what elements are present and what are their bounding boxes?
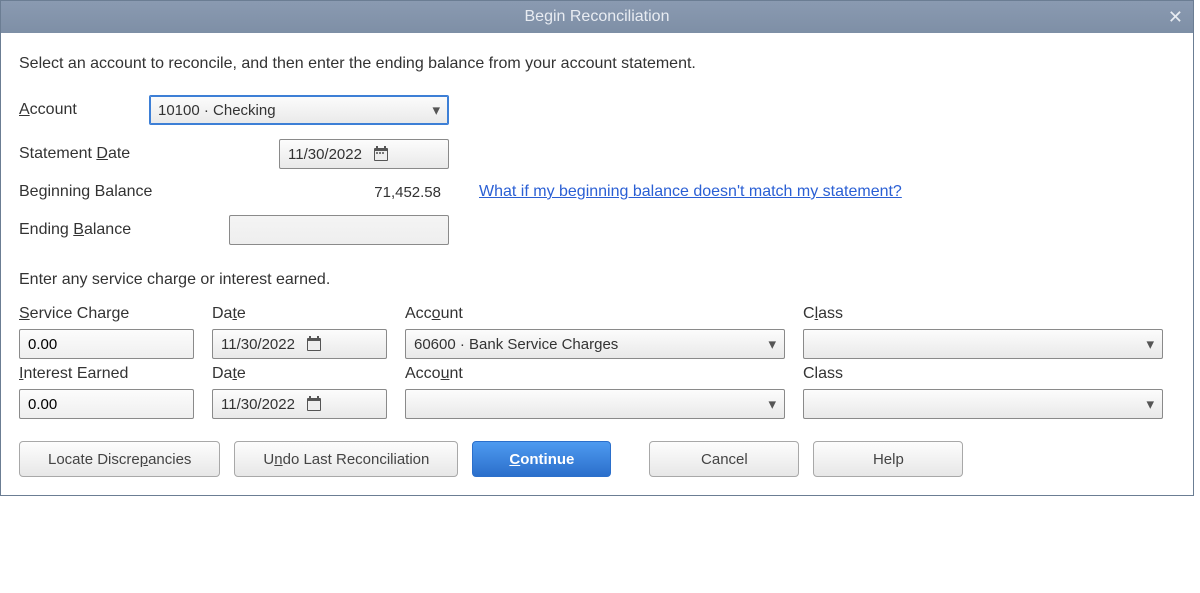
service-charge-date-input[interactable]: 11/30/2022 xyxy=(212,329,387,359)
beginning-balance-help-link[interactable]: What if my beginning balance doesn't mat… xyxy=(479,183,902,201)
service-charge-amount-input[interactable] xyxy=(19,329,194,359)
locate-discrepancies-button[interactable]: Locate Discrepancies xyxy=(19,441,220,477)
undo-last-reconciliation-button[interactable]: Undo Last Reconciliation xyxy=(234,441,458,477)
interest-class-label: Class xyxy=(803,365,1163,383)
ending-balance-input[interactable] xyxy=(229,215,449,245)
service-charge-account-value: 60600 · Bank Service Charges xyxy=(414,336,618,353)
calendar-icon[interactable] xyxy=(305,395,323,413)
account-dropdown[interactable]: 10100 · Checking ▾ xyxy=(149,95,449,125)
service-charge-class-dropdown[interactable]: ▾ xyxy=(803,329,1163,359)
service-charge-date-label: Date xyxy=(212,305,387,323)
account-label: Account xyxy=(19,101,149,119)
titlebar: Begin Reconciliation ✕ xyxy=(1,1,1193,33)
statement-date-label: Statement Date xyxy=(19,145,279,163)
help-button[interactable]: Help xyxy=(813,441,963,477)
interest-date-value: 11/30/2022 xyxy=(221,396,295,413)
service-charge-account-dropdown[interactable]: 60600 · Bank Service Charges ▾ xyxy=(405,329,785,359)
statement-date-row: Statement Date 11/30/2022 xyxy=(19,139,1175,169)
chevron-down-icon: ▾ xyxy=(768,395,776,413)
continue-button[interactable]: Continue xyxy=(472,441,611,477)
service-charge-label: Service Charge xyxy=(19,305,194,323)
ending-balance-label: Ending Balance xyxy=(19,221,229,239)
interest-account-dropdown[interactable]: ▾ xyxy=(405,389,785,419)
interest-account-label: Account xyxy=(405,365,785,383)
calendar-icon[interactable] xyxy=(372,145,390,163)
instructions-text: Select an account to reconcile, and then… xyxy=(19,55,1175,73)
statement-date-input[interactable]: 11/30/2022 xyxy=(279,139,449,169)
chevron-down-icon: ▾ xyxy=(1146,335,1154,353)
service-charge-date-value: 11/30/2022 xyxy=(221,336,295,353)
cancel-button[interactable]: Cancel xyxy=(649,441,799,477)
service-charge-class-label: Class xyxy=(803,305,1163,323)
begin-reconciliation-window: Begin Reconciliation ✕ Select an account… xyxy=(0,0,1194,496)
interest-date-label: Date xyxy=(212,365,387,383)
interest-amount-input[interactable] xyxy=(19,389,194,419)
account-dropdown-value: 10100 · Checking xyxy=(158,102,276,119)
interest-class-dropdown[interactable]: ▾ xyxy=(803,389,1163,419)
window-title: Begin Reconciliation xyxy=(525,8,670,26)
chevron-down-icon: ▾ xyxy=(768,335,776,353)
chevron-down-icon: ▾ xyxy=(432,101,440,119)
beginning-balance-value: 71,452.58 xyxy=(279,184,449,201)
close-icon[interactable]: ✕ xyxy=(1168,7,1183,28)
interest-date-input[interactable]: 11/30/2022 xyxy=(212,389,387,419)
beginning-balance-label: Beginning Balance xyxy=(19,183,279,201)
content: Select an account to reconcile, and then… xyxy=(1,33,1193,495)
chevron-down-icon: ▾ xyxy=(1146,395,1154,413)
service-interest-header: Enter any service charge or interest ear… xyxy=(19,271,1175,289)
statement-date-value: 11/30/2022 xyxy=(288,146,362,163)
beginning-balance-row: Beginning Balance 71,452.58 What if my b… xyxy=(19,183,1175,201)
interest-earned-label: Interest Earned xyxy=(19,365,194,383)
service-charge-account-label: Account xyxy=(405,305,785,323)
charges-grid: Service Charge Date Account Class 11/30/… xyxy=(19,305,1175,419)
button-bar: Locate Discrepancies Undo Last Reconcili… xyxy=(19,441,1175,477)
ending-balance-row: Ending Balance xyxy=(19,215,1175,245)
calendar-icon[interactable] xyxy=(305,335,323,353)
account-row: Account 10100 · Checking ▾ xyxy=(19,95,1175,125)
